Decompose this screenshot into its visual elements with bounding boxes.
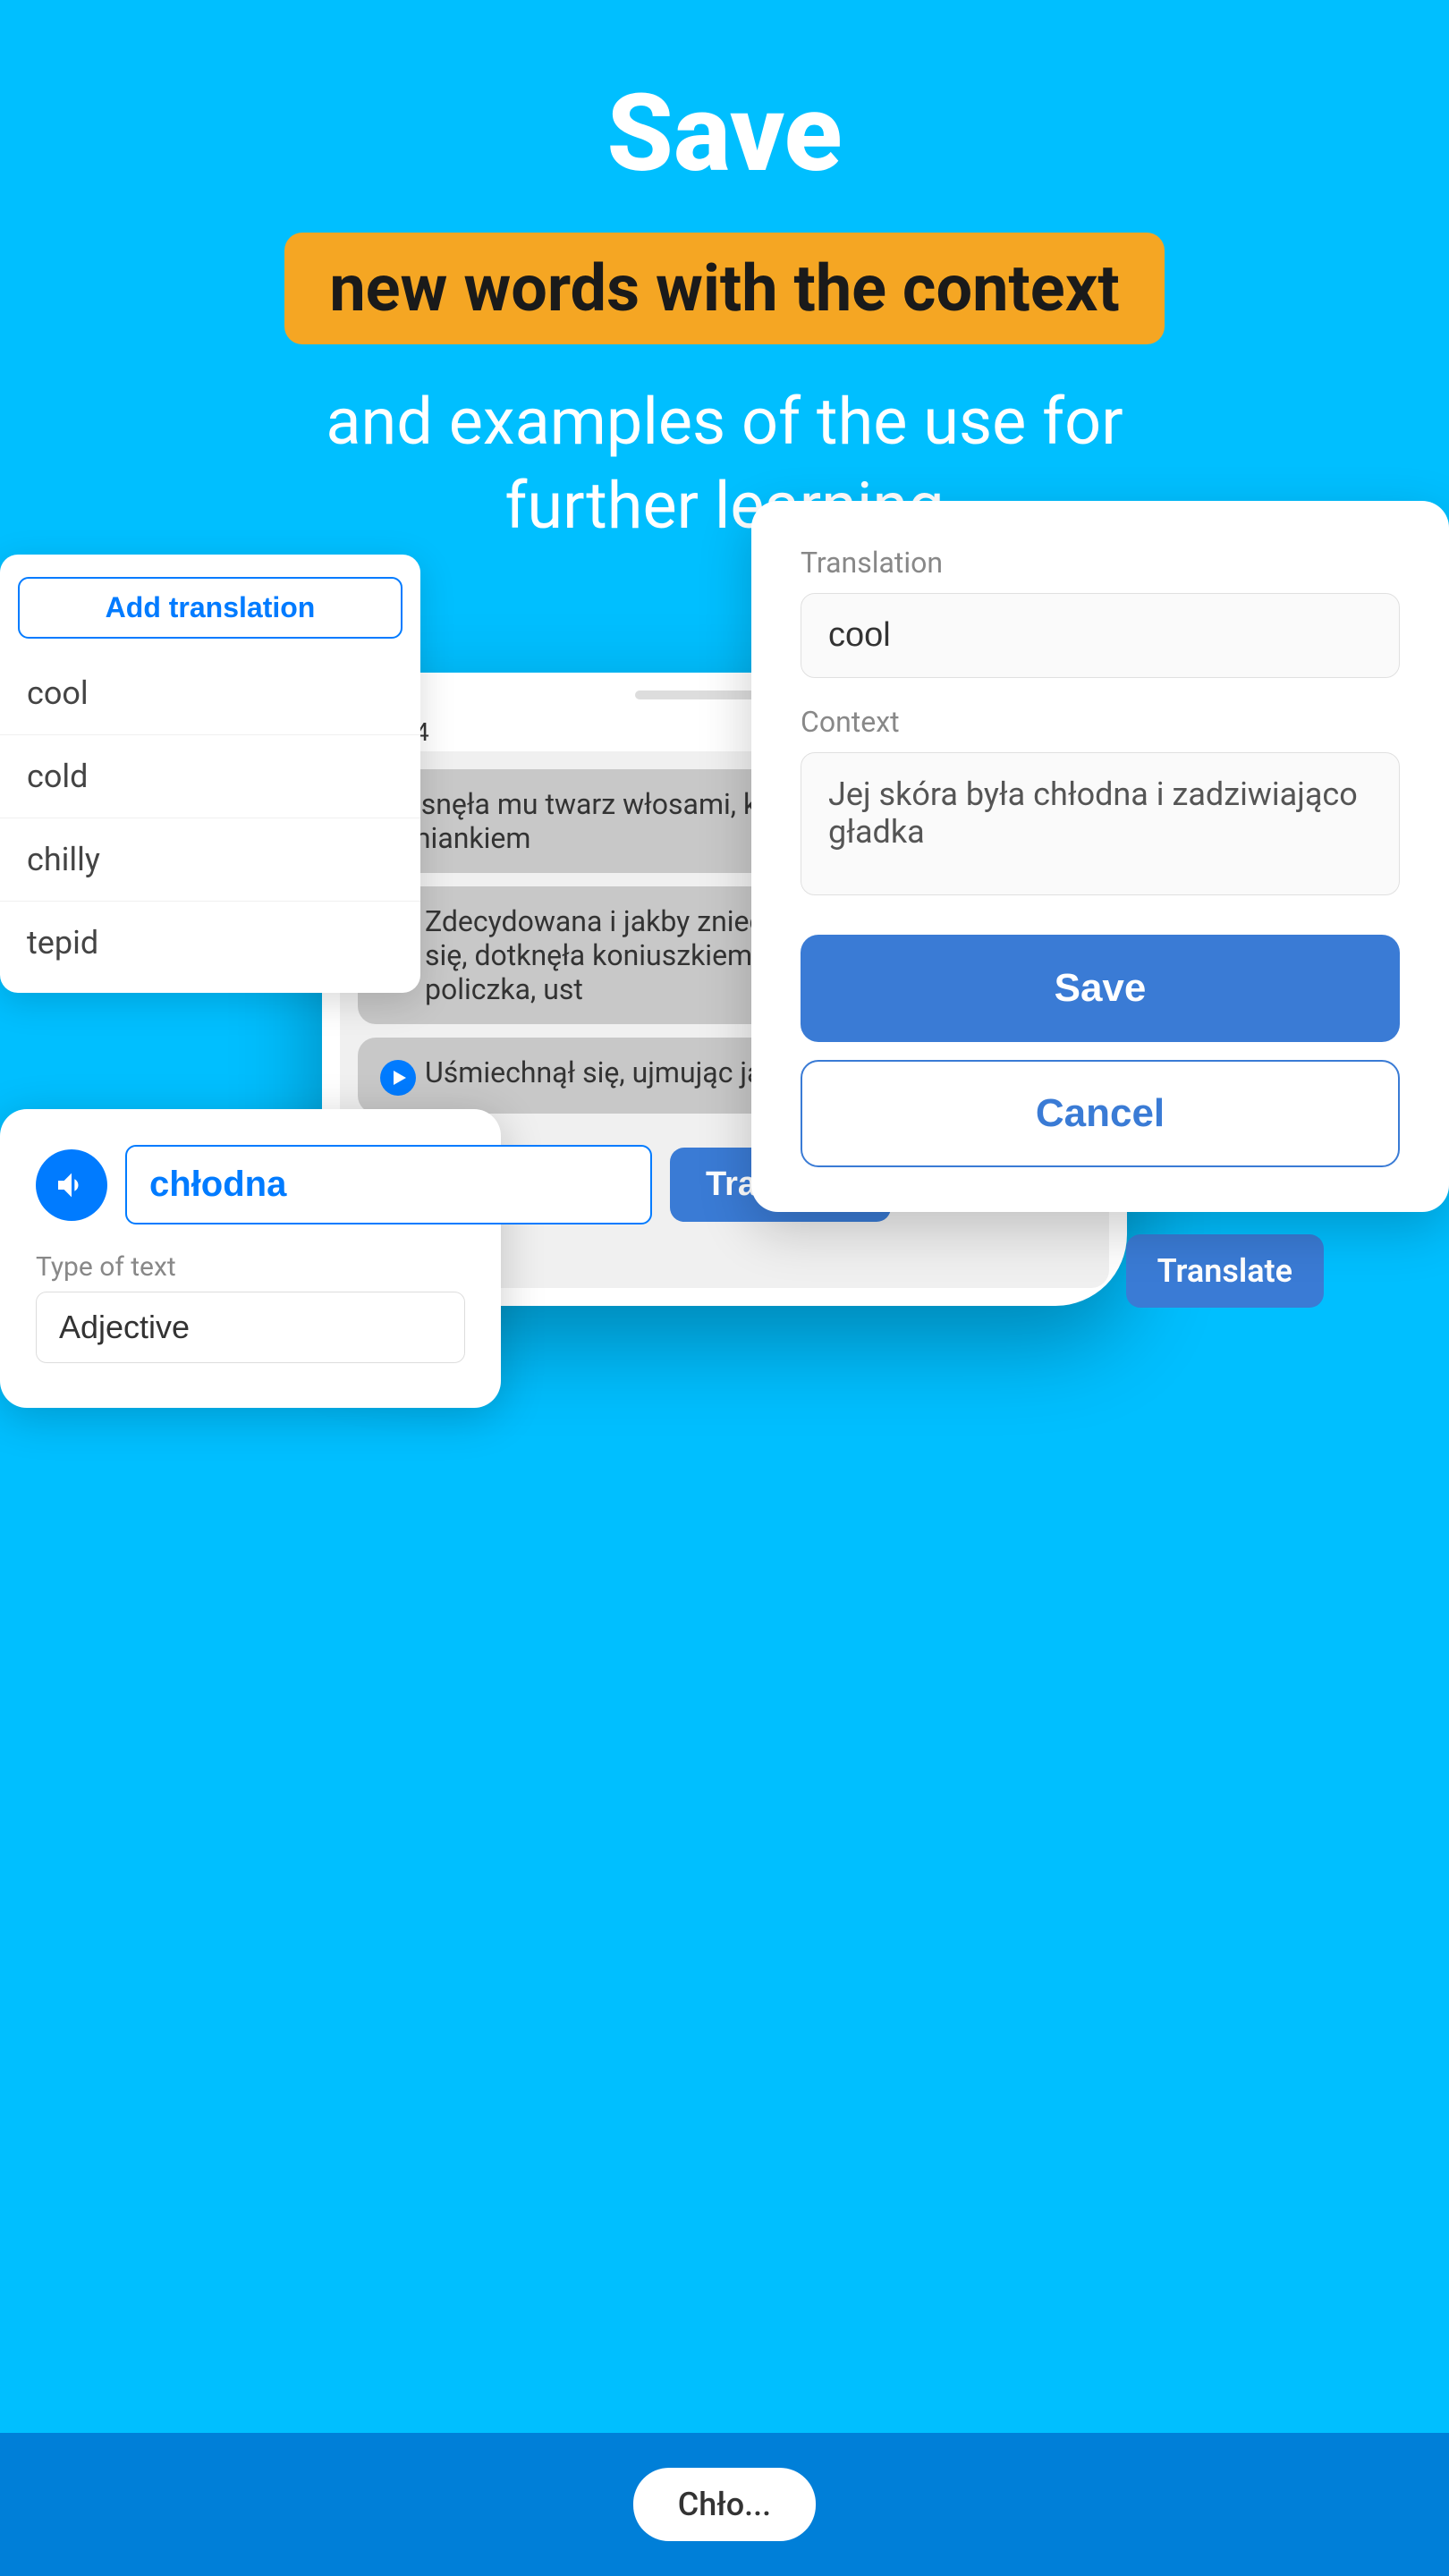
bottom-word-chip[interactable]: Chło... bbox=[633, 2468, 816, 2541]
save-dialog: Translation Context Jej skóra była chłod… bbox=[751, 501, 1449, 1212]
cancel-button[interactable]: Cancel bbox=[801, 1060, 1400, 1167]
word-input[interactable] bbox=[125, 1145, 652, 1224]
translation-label: Translation bbox=[801, 546, 1400, 580]
type-input[interactable] bbox=[36, 1292, 465, 1363]
translations-list: Add translation cool cold chilly tepid bbox=[0, 555, 420, 993]
save-button[interactable]: Save bbox=[801, 935, 1400, 1042]
highlight-badge: new words with the context bbox=[284, 233, 1164, 344]
translation-value-input[interactable] bbox=[801, 593, 1400, 678]
translation-card: Translate Type of text bbox=[0, 1109, 501, 1408]
translation-item-cold[interactable]: cold bbox=[0, 735, 420, 818]
type-label: Type of text bbox=[36, 1251, 465, 1283]
phone-translate-btn[interactable]: Translate bbox=[1126, 1234, 1324, 1308]
chat-text-3: Uśmiechnął się, ujmując ją za bbox=[425, 1055, 800, 1089]
context-label: Context bbox=[801, 705, 1400, 739]
play-icon-2[interactable] bbox=[380, 1060, 416, 1096]
translation-item-cool[interactable]: cool bbox=[0, 652, 420, 735]
hero-title: Save bbox=[54, 72, 1395, 197]
translation-input-row: Translate bbox=[36, 1145, 465, 1224]
context-textarea[interactable]: Jej skóra była chłodna i zadziwiająco gł… bbox=[801, 752, 1400, 895]
main-wrapper: Save new words with the context and exam… bbox=[0, 0, 1449, 2576]
bottom-bar: Chło... bbox=[0, 2433, 1449, 2576]
translation-item-tepid[interactable]: tepid bbox=[0, 902, 420, 984]
sound-button[interactable] bbox=[36, 1149, 107, 1221]
translation-item-chilly[interactable]: chilly bbox=[0, 818, 420, 902]
add-translation-button[interactable]: Add translation bbox=[18, 577, 402, 639]
